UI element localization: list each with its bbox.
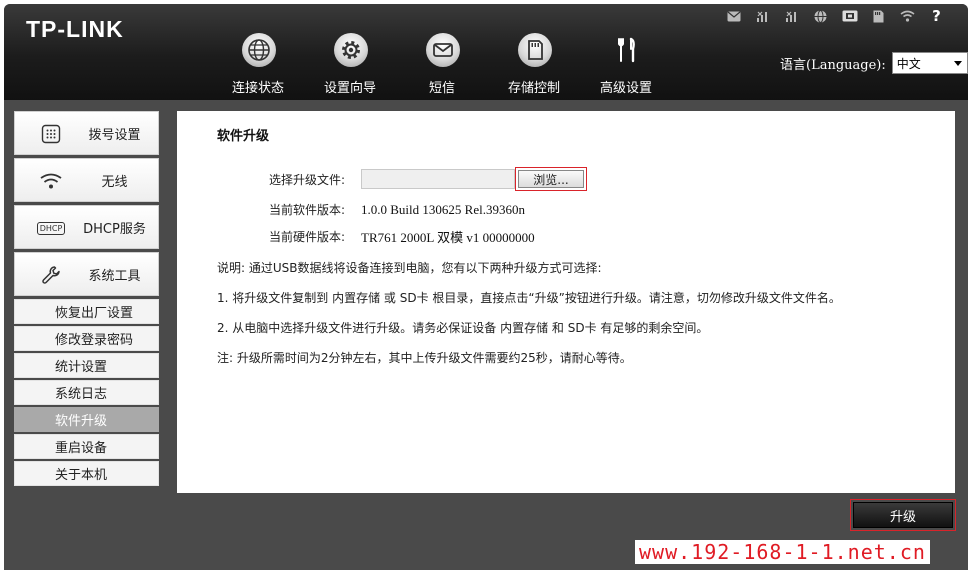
dhcp-icon: DHCP [36, 217, 66, 239]
main-nav: 连接状态 设置向导 短信 存储控制 高级设置 [212, 30, 672, 98]
sidebar-subitem-reboot[interactable]: 重启设备 [14, 434, 159, 459]
chevron-down-icon [953, 61, 962, 66]
sidebar-subitem-about[interactable]: 关于本机 [14, 461, 159, 486]
nav-sms[interactable]: 短信 [396, 30, 488, 98]
language-switcher: 语言(Language): 中文 [780, 52, 968, 74]
signal-icon-2 [782, 8, 801, 24]
nav-label: 高级设置 [599, 81, 652, 96]
sidebar-item-dialup[interactable]: 拨号设置 [14, 111, 159, 155]
upgrade-highlight: 升级 [850, 499, 956, 531]
tools-icon [610, 33, 644, 67]
nav-label: 连接状态 [231, 81, 284, 96]
sd-card-icon [869, 8, 888, 24]
signal-icon [753, 8, 772, 24]
nav-label: 存储控制 [507, 81, 560, 96]
software-version-row: 当前软件版本: 1.0.0 Build 130625 Rel.39360n [269, 201, 525, 218]
sd-card-icon [518, 33, 552, 67]
sidebar-item-dhcp[interactable]: DHCP DHCP服务 [14, 205, 159, 249]
nav-label: 设置向导 [323, 81, 376, 96]
router-admin-frame: TP-LINK ? 连接状态 设置向导 短信 存储控制 高级设置 语言(Lang… [4, 4, 968, 570]
note-intro: 说明: 通过USB数据线将设备连接到电脑，您有以下两种升级方式可选择: [217, 261, 602, 275]
status-bar: ? [724, 7, 946, 25]
wifi-icon [39, 170, 63, 192]
note-method-1: 1. 将升级文件复制到 内置存储 或 SD卡 根目录，直接点击“升级”按钮进行升… [217, 291, 841, 305]
sidebar-subitem-change-password[interactable]: 修改登录密码 [14, 326, 159, 351]
language-label: 语言(Language): [780, 57, 886, 73]
language-selected-value: 中文 [896, 56, 921, 71]
help-icon[interactable]: ? [927, 7, 946, 25]
note-timing: 注: 升级所需时间为2分钟左右，其中上传升级文件需要约25秒，请耐心等待。 [217, 351, 632, 365]
nav-storage-control[interactable]: 存储控制 [488, 30, 580, 98]
hardware-version-row: 当前硬件版本: TR761 2000L 双模 v1 00000000 [269, 227, 535, 246]
software-version-value: 1.0.0 Build 130625 Rel.39360n [361, 201, 525, 217]
sidebar-subitem-statistics[interactable]: 统计设置 [14, 353, 159, 378]
dialpad-icon [39, 123, 63, 145]
browse-button[interactable]: 浏览... [518, 170, 584, 188]
nav-setup-wizard[interactable]: 设置向导 [304, 30, 396, 98]
nav-label: 短信 [428, 81, 455, 96]
globe-icon [242, 33, 276, 67]
file-select-row: 选择升级文件: 浏览... [269, 167, 587, 191]
sidebar-item-label: DHCP服务 [83, 221, 146, 237]
upgrade-button[interactable]: 升级 [853, 502, 953, 528]
sidebar-item-label: 拨号设置 [88, 127, 141, 143]
sidebar-subitem-system-log[interactable]: 系统日志 [14, 380, 159, 405]
sidebar-item-wireless[interactable]: 无线 [14, 158, 159, 202]
wrench-icon [39, 264, 63, 286]
mail-icon[interactable] [724, 8, 743, 24]
page-title: 软件升级 [217, 129, 270, 144]
sidebar-item-system-tools[interactable]: 系统工具 [14, 252, 159, 296]
software-version-label: 当前软件版本: [269, 203, 346, 217]
sidebar-subitem-software-upgrade[interactable]: 软件升级 [14, 407, 159, 432]
upgrade-file-input[interactable] [361, 169, 515, 189]
hardware-version-value: TR761 2000L 双模 v1 00000000 [361, 230, 535, 245]
note-method-2: 2. 从电脑中选择升级文件进行升级。请务必保证设备 内置存储 和 SD卡 有足够… [217, 321, 709, 335]
sim-icon [840, 8, 859, 24]
sidebar: 拨号设置 无线 DHCP DHCP服务 系统工具 恢复出厂设置 修改登录密码 统… [14, 111, 159, 488]
top-header: TP-LINK ? 连接状态 设置向导 短信 存储控制 高级设置 语言(Lang… [4, 4, 968, 100]
wifi-icon [898, 8, 917, 24]
watermark: www.192-168-1-1.net.cn [635, 540, 930, 564]
language-select[interactable]: 中文 [891, 52, 968, 74]
mail-icon [426, 33, 460, 67]
sidebar-item-label: 系统工具 [88, 268, 141, 284]
globe-icon [811, 8, 830, 24]
main-content: 软件升级 选择升级文件: 浏览... 当前软件版本: 1.0.0 Build 1… [177, 111, 955, 493]
browse-highlight: 浏览... [515, 167, 587, 191]
hardware-version-label: 当前硬件版本: [269, 230, 346, 244]
nav-advanced-settings[interactable]: 高级设置 [580, 30, 672, 98]
tp-link-logo: TP-LINK [26, 16, 124, 42]
sidebar-item-label: 无线 [101, 174, 128, 190]
nav-connection-status[interactable]: 连接状态 [212, 30, 304, 98]
file-select-label: 选择升级文件: [269, 172, 346, 187]
gear-icon [334, 33, 368, 67]
sidebar-subitem-factory-reset[interactable]: 恢复出厂设置 [14, 299, 159, 324]
